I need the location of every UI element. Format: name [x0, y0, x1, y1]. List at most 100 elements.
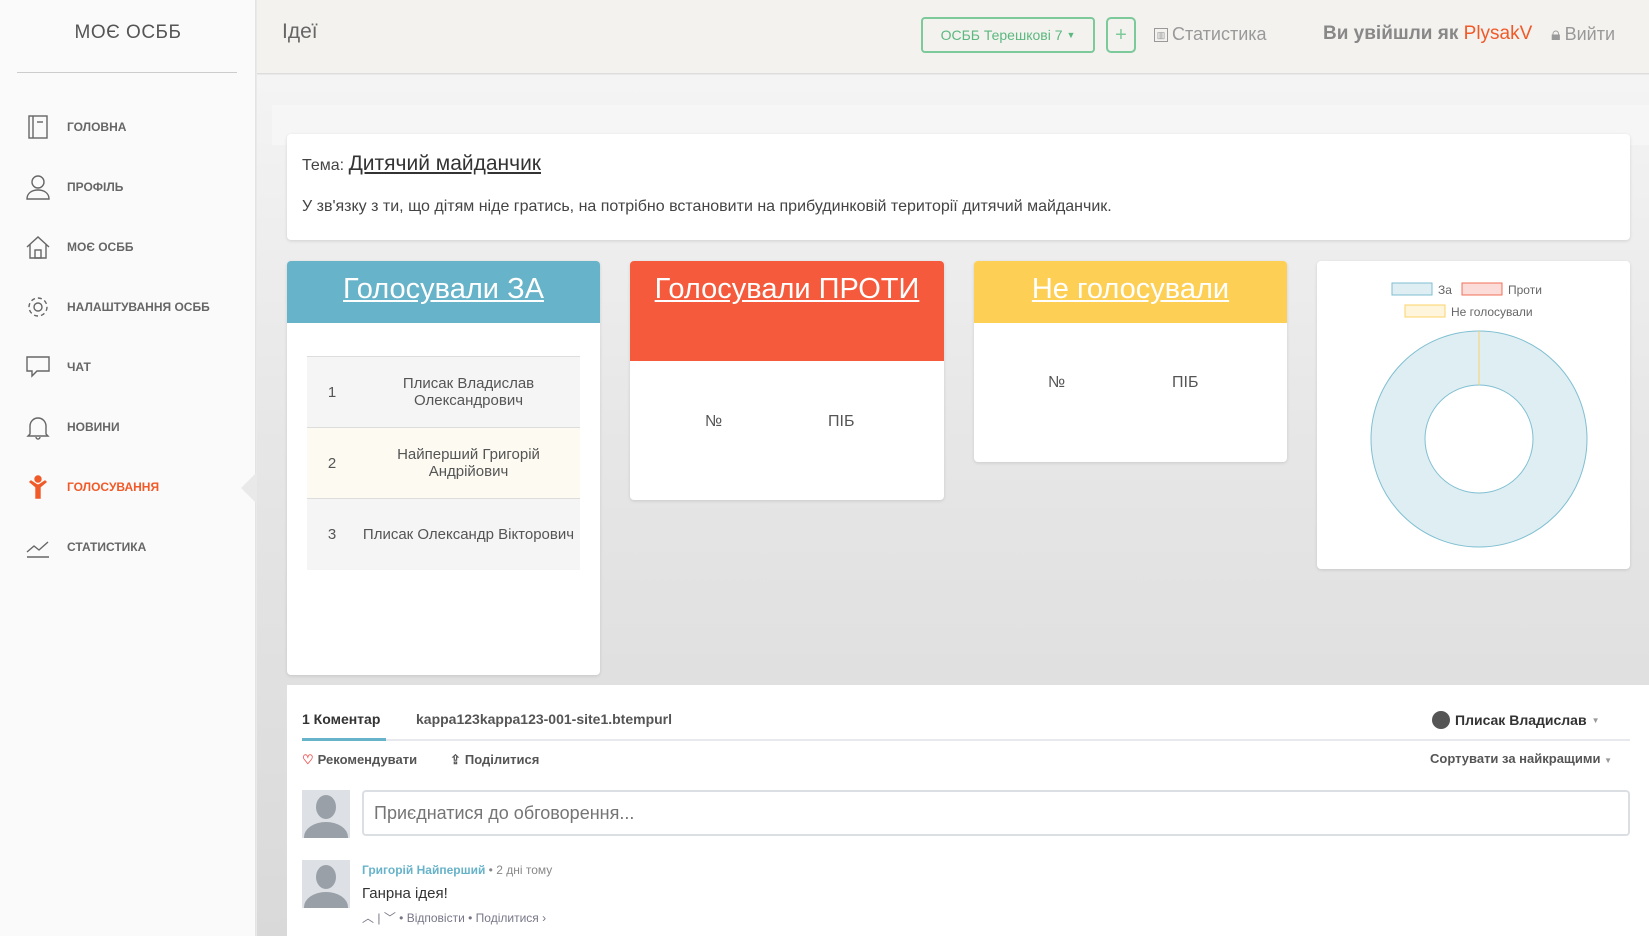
osbb-select-label: ОСББ Терешкові 7	[940, 27, 1063, 43]
recommend-label: Рекомендувати	[317, 752, 418, 767]
user-name: Плисак Владислав	[1455, 712, 1587, 728]
downvote-icon[interactable]: ﹀	[384, 911, 396, 925]
notebook-icon	[28, 115, 48, 139]
sidebar-item-label: Статистика	[67, 540, 147, 554]
logout-label: Вийти	[1564, 24, 1615, 44]
user-icon	[26, 175, 50, 200]
share-button[interactable]: ⇪ Поділитися	[450, 752, 539, 768]
caret-down-icon: ▼	[1591, 715, 1600, 725]
statistics-label: Статистика	[1172, 24, 1267, 44]
table-row: 3 Плисак Олександр Вікторович	[307, 498, 580, 570]
reply-link[interactable]: Відповісти	[407, 911, 465, 925]
topic-title-link[interactable]: Дитячий майданчик	[349, 152, 541, 175]
topic-label: Тема:	[302, 157, 345, 174]
page-title: Ідеї	[282, 20, 318, 43]
doughnut-chart: За Проти Не голосували	[1370, 282, 1588, 548]
topic-card: Тема: Дитячий майданчик У зв'язку з ти, …	[287, 134, 1630, 240]
comment-time[interactable]: 2 дні тому	[496, 863, 552, 877]
votes-against-title[interactable]: Голосували ПРОТИ	[630, 261, 944, 361]
votes-for-card: Голосували ЗА № ПІБ 1Плисак Владислав Ол…	[287, 261, 600, 675]
user-menu[interactable]: Плисак Владислав ▼	[1432, 711, 1599, 729]
sidebar: МОЄ ОСББ Головна Профіль Моє ОСББ Налашт…	[0, 0, 256, 936]
active-indicator	[241, 473, 256, 503]
home-icon	[26, 236, 50, 259]
legend-swatch	[1404, 304, 1446, 318]
share-label: Поділитися	[464, 752, 540, 767]
comment-author[interactable]: Григорій Найперший	[362, 863, 485, 877]
comment-actions: ︿ | ﹀ • Відповісти • Поділитися ›	[362, 911, 547, 925]
sidebar-item-label: Моє ОСББ	[67, 240, 134, 254]
chat-icon	[26, 356, 50, 378]
sidebar-item-home[interactable]: Головна	[0, 105, 256, 149]
col-name: ПІБ	[1172, 374, 1199, 391]
sidebar-item-statistics[interactable]: Статистика	[0, 525, 256, 569]
username: PlysakV	[1463, 23, 1533, 44]
not-voted-title[interactable]: Не голосували	[974, 261, 1287, 323]
share-icon: ⇪	[450, 752, 461, 767]
col-number: №	[705, 413, 723, 430]
sidebar-item-chat[interactable]: Чат	[0, 345, 256, 389]
row-number: 2	[307, 427, 357, 499]
tabs-divider	[302, 739, 1630, 741]
comment-input[interactable]	[362, 790, 1630, 836]
legend-swatch	[1461, 282, 1503, 296]
sidebar-item-label: Голосування	[67, 480, 160, 494]
logged-in-label: Ви увійшли як PlysakV	[1323, 23, 1532, 45]
col-number: №	[1048, 374, 1066, 391]
sidebar-item-label: Налаштування ОСББ	[67, 300, 210, 314]
sidebar-item-label: Головна	[67, 120, 127, 134]
upvote-icon[interactable]: ︿	[362, 911, 374, 925]
comments-count-tab[interactable]: 1 Коментар	[302, 711, 380, 727]
chat-bubble-icon	[1432, 711, 1450, 729]
col-name: ПІБ	[828, 413, 855, 430]
row-number: 1	[307, 356, 357, 428]
legend-label: Проти	[1508, 283, 1542, 297]
caret-down-icon: ▼	[1066, 30, 1076, 40]
legend-swatch	[1391, 282, 1433, 296]
comment-text: Ганрна ідея!	[362, 885, 448, 902]
table-row: 1 Плисак Владислав Олександрович	[307, 356, 580, 428]
votes-for-table: 1 Плисак Владислав Олександрович 2 Найперши…	[307, 356, 580, 570]
brand-title: МОЄ ОСББ	[74, 22, 182, 43]
statistics-link[interactable]: ▥ Статистика	[1154, 24, 1267, 45]
table-row: 2 Найперший Григорій Андрійович	[307, 427, 580, 499]
comment-share-link[interactable]: Поділитися ›	[476, 911, 546, 925]
row-name: Найперший Григорій Андрійович	[357, 427, 580, 499]
recommend-button[interactable]: ♡ Рекомендувати	[302, 752, 417, 768]
legend-label: Не голосували	[1451, 305, 1533, 319]
not-voted-card: Не голосували № ПІБ	[974, 261, 1287, 462]
active-tab-indicator	[302, 738, 386, 741]
row-name: Плисак Владислав Олександрович	[357, 356, 580, 428]
person-vote-icon	[28, 475, 48, 499]
vote-chart-card: За Проти Не голосували	[1317, 261, 1630, 569]
sidebar-item-label: Новини	[67, 420, 120, 434]
site-tab[interactable]: kappa123kappa123-001-site1.btempurl	[416, 711, 672, 727]
stats-icon: ▥	[1154, 27, 1168, 42]
sidebar-item-my-osbb[interactable]: Моє ОСББ	[0, 225, 256, 269]
comment-meta: Григорій Найперший • 2 дні тому	[362, 863, 553, 877]
heart-icon: ♡	[302, 752, 314, 767]
votes-for-title[interactable]: Голосували ЗА	[287, 261, 600, 323]
comment-avatar	[302, 860, 350, 908]
logged-in-text: Ви увійшли як	[1323, 23, 1459, 44]
comments-section: 1 Коментар kappa123kappa123-001-site1.bt…	[287, 685, 1649, 936]
logout-link[interactable]: 🔒︎ Вийти	[1551, 24, 1615, 45]
osbb-select-dropdown[interactable]: ОСББ Терешкові 7 ▼	[921, 17, 1095, 53]
topic-heading: Тема: Дитячий майданчик	[302, 152, 541, 176]
legend-label: За	[1438, 283, 1452, 297]
sidebar-item-news[interactable]: Новини	[0, 405, 256, 449]
sidebar-item-osbb-settings[interactable]: Налаштування ОСББ	[0, 285, 256, 329]
sidebar-item-profile[interactable]: Профіль	[0, 165, 256, 209]
sort-dropdown[interactable]: Сортувати за найкращими ▼	[1430, 751, 1612, 766]
row-number: 3	[307, 498, 357, 570]
row-name: Плисак Олександр Вікторович	[357, 498, 580, 570]
sidebar-item-voting[interactable]: Голосування	[0, 465, 256, 509]
topic-description: У зв'язку з ти, що дітям ніде гратись, н…	[302, 198, 1112, 215]
votes-against-card: Голосували ПРОТИ № ПІБ	[630, 261, 944, 500]
avatar	[302, 790, 350, 838]
chart-line-icon	[26, 541, 49, 558]
add-osbb-button[interactable]: +	[1106, 17, 1136, 53]
sort-label: Сортувати за найкращими	[1430, 751, 1601, 766]
gear-icon	[28, 297, 48, 317]
bell-icon	[26, 417, 50, 440]
